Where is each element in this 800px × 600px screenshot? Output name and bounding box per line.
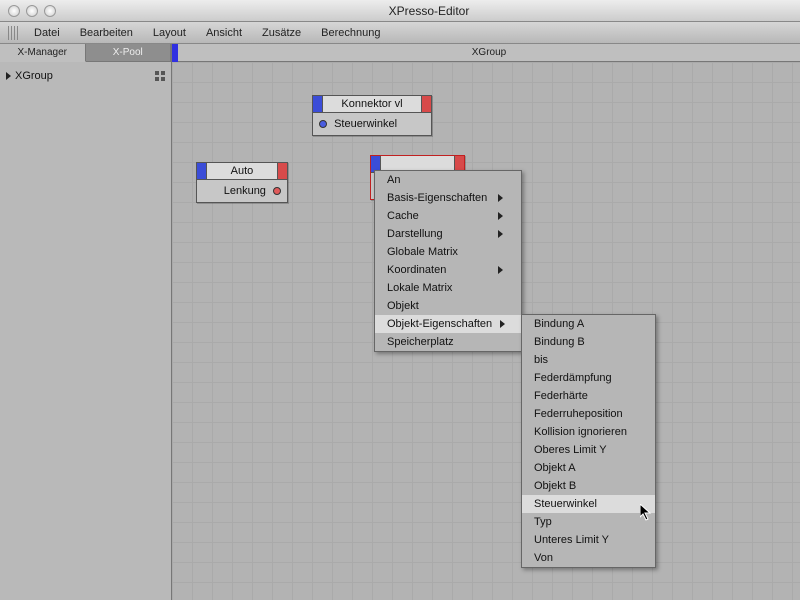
menu-zusaetze[interactable]: Zusätze: [252, 27, 311, 39]
canvas-header: XGroup: [172, 44, 800, 62]
context-menu-item[interactable]: Basis-Eigenschaften: [375, 189, 521, 207]
node-port-row: Lenkung: [203, 183, 281, 199]
menu-item-label: Federhärte: [534, 390, 588, 402]
context-submenu[interactable]: Bindung A Bindung B bis Federdämpfung Federh…: [521, 314, 656, 568]
menu-item-label: Cache: [387, 210, 419, 222]
tab-x-pool[interactable]: X-Pool: [86, 44, 172, 62]
context-submenu-item[interactable]: Federhärte: [522, 387, 655, 405]
menu-item-label: Typ: [534, 516, 552, 528]
menu-item-label: Unteres Limit Y: [534, 534, 609, 546]
context-menu-item[interactable]: An: [375, 171, 521, 189]
menu-item-label: Federdämpfung: [534, 372, 612, 384]
node-input-handle[interactable]: [197, 163, 207, 179]
grid-icon[interactable]: [155, 71, 165, 81]
menu-item-label: Lokale Matrix: [387, 282, 452, 294]
menubar: Datei Bearbeiten Layout Ansicht Zusätze …: [0, 22, 800, 44]
menu-item-label: Basis-Eigenschaften: [387, 192, 487, 204]
node-output-handle[interactable]: [421, 96, 431, 112]
canvas-title: XGroup: [178, 44, 800, 62]
context-menu-item[interactable]: Objekt-Eigenschaften: [375, 315, 521, 333]
menu-item-label: Objekt A: [534, 462, 576, 474]
node-output-handle[interactable]: [277, 163, 287, 179]
context-menu-item[interactable]: Speicherplatz: [375, 333, 521, 351]
menu-item-label: Objekt: [387, 300, 419, 312]
context-submenu-item[interactable]: Steuerwinkel: [522, 495, 655, 513]
context-submenu-item[interactable]: Kollision ignorieren: [522, 423, 655, 441]
sidebar-tree: XGroup: [0, 62, 171, 90]
node-auto[interactable]: Auto Lenkung: [196, 162, 288, 203]
menu-item-label: Objekt-Eigenschaften: [387, 318, 492, 330]
context-menu-item[interactable]: Koordinaten: [375, 261, 521, 279]
context-menu-item[interactable]: Lokale Matrix: [375, 279, 521, 297]
menu-item-label: Kollision ignorieren: [534, 426, 627, 438]
chevron-right-icon: [498, 266, 503, 274]
menu-item-label: Darstellung: [387, 228, 443, 240]
tree-item-xgroup[interactable]: XGroup: [6, 68, 165, 84]
context-menu-item[interactable]: Cache: [375, 207, 521, 225]
sidebar: X-Manager X-Pool XGroup: [0, 44, 172, 600]
menu-item-label: Koordinaten: [387, 264, 446, 276]
cursor-icon: [640, 504, 652, 522]
port-label: Lenkung: [224, 185, 266, 197]
menu-layout[interactable]: Layout: [143, 27, 196, 39]
menu-item-label: Federruheposition: [534, 408, 623, 420]
node-title: Konnektor vl: [323, 96, 421, 112]
menu-item-label: Oberes Limit Y: [534, 444, 607, 456]
context-menu-item[interactable]: Darstellung: [375, 225, 521, 243]
menu-berechnung[interactable]: Berechnung: [311, 27, 390, 39]
menu-item-label: Speicherplatz: [387, 336, 454, 348]
output-port-icon[interactable]: [273, 187, 281, 195]
node-port-row: Steuerwinkel: [319, 116, 425, 132]
sidebar-tabs: X-Manager X-Pool: [0, 44, 171, 62]
context-submenu-item[interactable]: Bindung B: [522, 333, 655, 351]
node-canvas[interactable]: Auto Lenkung Konnekt: [172, 62, 800, 600]
tree-item-label: XGroup: [15, 70, 53, 82]
node-konnektor-vl[interactable]: Konnektor vl Steuerwinkel: [312, 95, 432, 136]
context-menu-item[interactable]: Objekt: [375, 297, 521, 315]
minimize-icon[interactable]: [26, 5, 38, 17]
menu-item-label: Bindung A: [534, 318, 584, 330]
titlebar: XPresso-Editor: [0, 0, 800, 22]
window-controls: [8, 5, 56, 17]
menu-item-label: bis: [534, 354, 548, 366]
menu-item-label: Steuerwinkel: [534, 498, 597, 510]
context-submenu-item[interactable]: Federdämpfung: [522, 369, 655, 387]
menu-item-label: Bindung B: [534, 336, 585, 348]
context-submenu-item[interactable]: Bindung A: [522, 315, 655, 333]
window-title: XPresso-Editor: [66, 4, 792, 18]
context-submenu-item[interactable]: Von: [522, 549, 655, 567]
context-menu[interactable]: An Basis-Eigenschaften Cache Darstellung Glo…: [374, 170, 522, 352]
chevron-right-icon: [498, 230, 503, 238]
context-submenu-item[interactable]: Federruheposition: [522, 405, 655, 423]
menu-item-label: Von: [534, 552, 553, 564]
port-label: Steuerwinkel: [334, 118, 397, 130]
menu-datei[interactable]: Datei: [24, 27, 70, 39]
context-menu-item[interactable]: Globale Matrix: [375, 243, 521, 261]
menu-item-label: Globale Matrix: [387, 246, 458, 258]
chevron-right-icon: [498, 212, 503, 220]
context-submenu-item[interactable]: Typ: [522, 513, 655, 531]
context-submenu-item[interactable]: bis: [522, 351, 655, 369]
context-submenu-item[interactable]: Objekt A: [522, 459, 655, 477]
menu-item-label: An: [387, 174, 400, 186]
context-submenu-item[interactable]: Unteres Limit Y: [522, 531, 655, 549]
tab-x-manager[interactable]: X-Manager: [0, 44, 86, 62]
node-input-handle[interactable]: [313, 96, 323, 112]
node-title: Auto: [207, 163, 277, 179]
menu-bearbeiten[interactable]: Bearbeiten: [70, 27, 143, 39]
context-submenu-item[interactable]: Objekt B: [522, 477, 655, 495]
chevron-right-icon: [500, 320, 505, 328]
menu-item-label: Objekt B: [534, 480, 576, 492]
chevron-right-icon: [498, 194, 503, 202]
menu-ansicht[interactable]: Ansicht: [196, 27, 252, 39]
input-port-icon[interactable]: [319, 120, 327, 128]
close-icon[interactable]: [8, 5, 20, 17]
disclosure-icon[interactable]: [6, 72, 11, 80]
zoom-icon[interactable]: [44, 5, 56, 17]
context-submenu-item[interactable]: Oberes Limit Y: [522, 441, 655, 459]
canvas-area: XGroup Auto Lenkung: [172, 44, 800, 600]
grip-icon[interactable]: [8, 26, 18, 40]
